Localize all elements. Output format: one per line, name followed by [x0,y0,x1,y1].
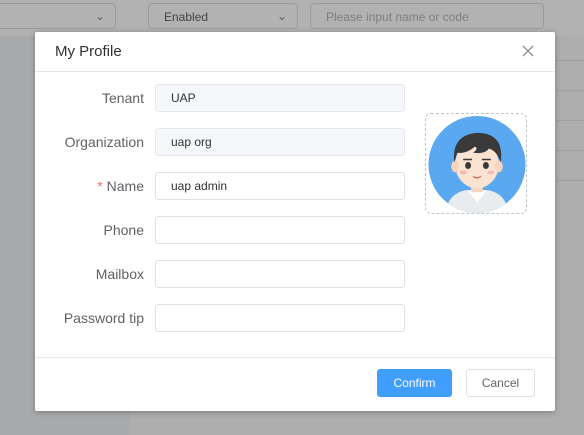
form-row-phone: Phone [35,216,435,244]
mailbox-field[interactable] [155,260,405,288]
mailbox-label: Mailbox [95,266,144,282]
password-tip-field[interactable] [155,304,405,332]
form-row-organization: Organization [35,128,435,156]
phone-label: Phone [103,222,144,238]
dialog-footer: Confirm Cancel [35,357,555,411]
required-mark: * [97,178,103,194]
name-label-wrapper: * Name [97,178,144,194]
user-avatar-icon [428,115,526,214]
confirm-button[interactable]: Confirm [377,369,452,397]
name-label: Name [106,178,144,194]
form-row-mailbox: Mailbox [35,260,435,288]
tenant-label: Tenant [101,90,144,106]
dialog-header: My Profile [35,32,555,72]
avatar-upload[interactable] [425,113,527,214]
dialog-title: My Profile [55,43,122,60]
close-icon[interactable] [519,42,537,60]
tenant-field [155,84,405,112]
form-row-name: * Name [35,172,435,200]
password-tip-label: Password tip [63,310,144,326]
organization-field [155,128,405,156]
form-row-password-tip: Password tip [35,304,435,332]
profile-dialog: My Profile Tenant Organization *Name Pho… [35,32,555,411]
cancel-button[interactable]: Cancel [466,369,535,397]
organization-label: Organization [64,134,144,150]
name-field[interactable] [155,172,405,200]
phone-field[interactable] [155,216,405,244]
form-row-tenant: Tenant [35,84,435,112]
